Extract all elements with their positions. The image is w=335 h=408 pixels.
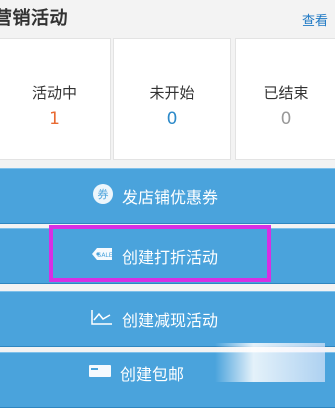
create-free-shipping-label: 创建包邮 [120,365,185,384]
create-coupon-button[interactable]: 券 发店铺优惠券 [0,168,335,224]
view-link[interactable]: 查看 [302,10,328,29]
watermark-overlay [215,343,325,382]
stat-card-ended[interactable]: 已结束 0 [235,38,335,160]
stat-card-active[interactable]: 活动中 1 [0,38,111,160]
coupon-icon: 券 [92,183,114,209]
highlight-box [49,225,271,282]
card-icon [88,363,112,383]
create-cashback-button[interactable]: 创建减现活动 [0,291,335,347]
stat-label-active: 活动中 [31,84,77,102]
stat-value-active: 1 [49,109,60,129]
section-title: 营销活动 [0,8,68,29]
stat-label-ended: 已结束 [263,84,309,102]
stat-value-ended: 0 [280,109,292,129]
create-cashback-label: 创建减现活动 [122,311,219,330]
svg-text:券: 券 [98,187,109,201]
stat-card-upcoming[interactable]: 未开始 0 [113,38,231,160]
page-header: 营销活动 查看 [0,0,335,38]
line-chart-icon [90,308,114,330]
stat-value-upcoming: 0 [166,109,178,129]
create-coupon-label: 发店铺优惠券 [122,188,219,207]
stat-label-upcoming: 未开始 [149,84,195,102]
